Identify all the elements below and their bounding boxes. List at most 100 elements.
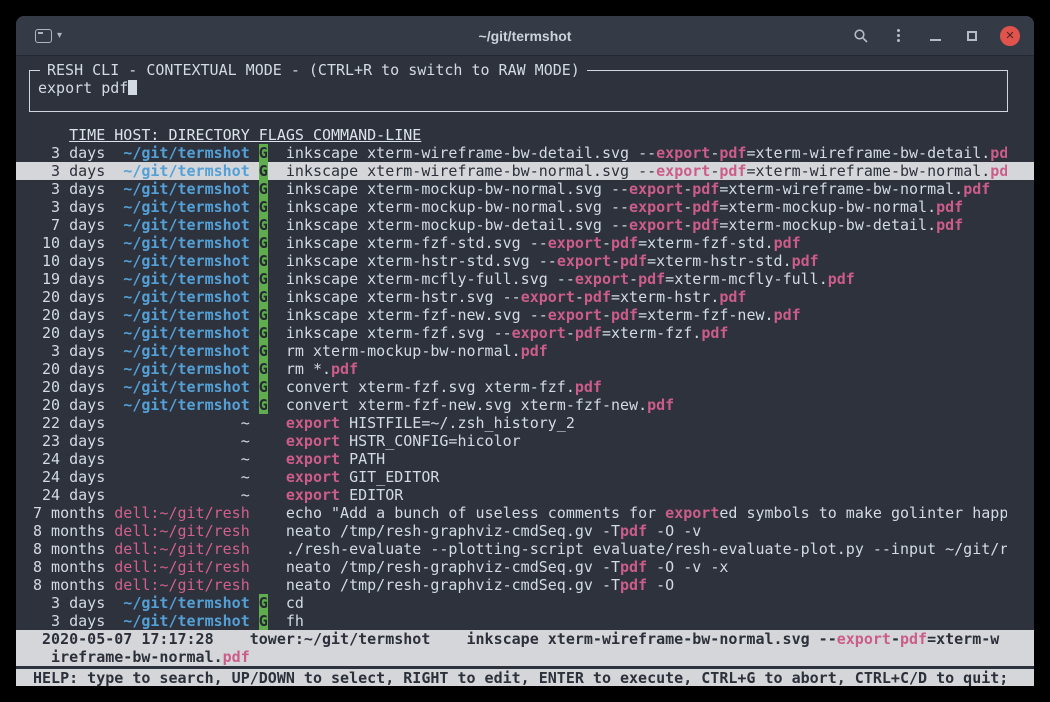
text xyxy=(259,540,268,558)
host: dell:~/git/resh xyxy=(114,576,249,594)
text xyxy=(250,378,259,396)
cmd: -O -v xyxy=(647,522,701,540)
cmd: inkscape xterm-mcfly-full.svg -- xyxy=(286,270,575,288)
search-input[interactable]: export pdf xyxy=(38,79,999,97)
text xyxy=(259,522,268,540)
history-row-selected[interactable]: 3 days ~/git/termshot G inkscape xterm-w… xyxy=(16,162,1034,180)
history-row[interactable]: 3 days ~/git/termshot G fh xyxy=(16,612,1034,630)
time: 3 days xyxy=(33,342,114,360)
history-row[interactable]: 20 days ~/git/termshot G convert xterm-f… xyxy=(16,396,1034,414)
history-row[interactable]: 3 days ~/git/termshot G inkscape xterm-m… xyxy=(16,180,1034,198)
cmd: pdf xyxy=(575,378,602,396)
history-row[interactable]: 20 days ~/git/termshot G inkscape xterm-… xyxy=(16,324,1034,342)
text xyxy=(259,558,268,576)
cmd: EDITOR xyxy=(340,486,403,504)
history-row[interactable]: 24 days ~ export PATH xyxy=(16,450,1034,468)
host: ~/git/termshot xyxy=(114,594,249,612)
close-button[interactable]: ✕ xyxy=(1000,26,1020,46)
history-row[interactable]: 24 days ~ export GIT_EDITOR xyxy=(16,468,1034,486)
cmd: pdf xyxy=(963,180,990,198)
history-row[interactable]: 8 months dell:~/git/resh neato /tmp/resh… xyxy=(16,576,1034,594)
text xyxy=(250,396,259,414)
restore-button[interactable] xyxy=(963,27,981,45)
history-row[interactable]: 8 months dell:~/git/resh neato /tmp/resh… xyxy=(16,558,1034,576)
history-row[interactable]: 10 days ~/git/termshot G inkscape xterm-… xyxy=(16,234,1034,252)
time: 7 months xyxy=(33,504,114,522)
text xyxy=(250,468,259,486)
text xyxy=(250,198,259,216)
time: 10 days xyxy=(33,234,114,252)
history-row[interactable]: 19 days ~/git/termshot G inkscape xterm-… xyxy=(16,270,1034,288)
text xyxy=(250,162,259,180)
flag: G xyxy=(259,252,268,270)
text xyxy=(268,198,286,216)
history-row[interactable]: 7 months dell:~/git/resh echo "Add a bun… xyxy=(16,504,1034,522)
minimize-button[interactable] xyxy=(926,27,944,45)
text xyxy=(268,576,286,594)
new-terminal-button[interactable]: ▾ xyxy=(30,26,67,46)
history-row[interactable]: 20 days ~/git/termshot G convert xterm-f… xyxy=(16,378,1034,396)
cmd: pdf xyxy=(719,288,746,306)
history-row[interactable]: 23 days ~ export HSTR_CONFIG=hicolor xyxy=(16,432,1034,450)
host: ~/git/termshot xyxy=(114,306,249,324)
status-line: ireframe-bw-normal.pdf xyxy=(16,648,1007,666)
cmd: export xyxy=(548,234,602,252)
time: 3 days xyxy=(33,612,114,630)
search-box[interactable]: RESH CLI - CONTEXTUAL MODE - (CTRL+R to … xyxy=(29,70,1008,112)
history-row[interactable]: 8 months dell:~/git/resh neato /tmp/resh… xyxy=(16,522,1034,540)
text xyxy=(268,306,286,324)
cmd: export xyxy=(665,504,719,522)
text xyxy=(259,414,268,432)
cmd: export xyxy=(521,288,575,306)
history-row[interactable]: 3 days ~/git/termshot G inkscape xterm-w… xyxy=(16,144,1034,162)
search-button[interactable] xyxy=(852,27,870,45)
cmd: pdf xyxy=(638,270,665,288)
cmd: pdf xyxy=(331,360,358,378)
text xyxy=(268,522,286,540)
time: 20 days xyxy=(33,324,114,342)
cmd: export xyxy=(286,468,340,486)
cmd: pdf xyxy=(611,234,638,252)
st: - xyxy=(891,630,900,648)
hdr-underline: TIME HOST: DIRECTORY FLAGS COMMAND-LINE xyxy=(69,126,421,144)
text xyxy=(250,540,259,558)
st: 2020-05-07 17:17:28 tower:~/git/termshot… xyxy=(33,630,837,648)
host: dell:~/git/resh xyxy=(114,522,249,540)
menu-kebab-icon[interactable] xyxy=(889,27,907,45)
terminal-content: RESH CLI - CONTEXTUAL MODE - (CTRL+R to … xyxy=(16,56,1034,686)
history-row[interactable]: 8 months dell:~/git/resh ./resh-evaluate… xyxy=(16,540,1034,558)
flag: G xyxy=(259,198,268,216)
text xyxy=(268,558,286,576)
cmd: pdf xyxy=(692,198,719,216)
cmd: =xterm-fzf. xyxy=(602,324,701,342)
text xyxy=(268,234,286,252)
flag: G xyxy=(259,342,268,360)
flag: G xyxy=(259,288,268,306)
text xyxy=(250,234,259,252)
text xyxy=(250,522,259,540)
text xyxy=(250,252,259,270)
host: ~/git/termshot xyxy=(114,378,249,396)
text xyxy=(268,504,286,522)
history-row[interactable]: 3 days ~/git/termshot G cd xyxy=(16,594,1034,612)
cmd: inkscape xterm-fzf-new.svg -- xyxy=(286,306,548,324)
host: ~ xyxy=(114,432,249,450)
history-row[interactable]: 22 days ~ export HISTFILE=~/.zsh_history… xyxy=(16,414,1034,432)
flag: G xyxy=(259,612,268,630)
cmd: pdf xyxy=(620,558,647,576)
history-row[interactable]: 20 days ~/git/termshot G inkscape xterm-… xyxy=(16,288,1034,306)
host: ~ xyxy=(114,414,249,432)
history-row[interactable]: 10 days ~/git/termshot G inkscape xterm-… xyxy=(16,252,1034,270)
history-row[interactable]: 20 days ~/git/termshot G rm *.pdf xyxy=(16,360,1034,378)
cmd: pdf xyxy=(774,306,801,324)
history-row[interactable]: 3 days ~/git/termshot G inkscape xterm-m… xyxy=(16,198,1034,216)
history-row[interactable]: 3 days ~/git/termshot G rm xterm-mockup-… xyxy=(16,342,1034,360)
text xyxy=(33,126,69,144)
time: 3 days xyxy=(33,594,114,612)
history-row[interactable]: 7 days ~/git/termshot G inkscape xterm-m… xyxy=(16,216,1034,234)
st: export xyxy=(837,630,891,648)
history-row[interactable]: 24 days ~ export EDITOR xyxy=(16,486,1034,504)
titlebar[interactable]: ▾ ~/git/termshot ✕ xyxy=(16,16,1034,56)
history-row[interactable]: 20 days ~/git/termshot G inkscape xterm-… xyxy=(16,306,1034,324)
flag: G xyxy=(259,270,268,288)
